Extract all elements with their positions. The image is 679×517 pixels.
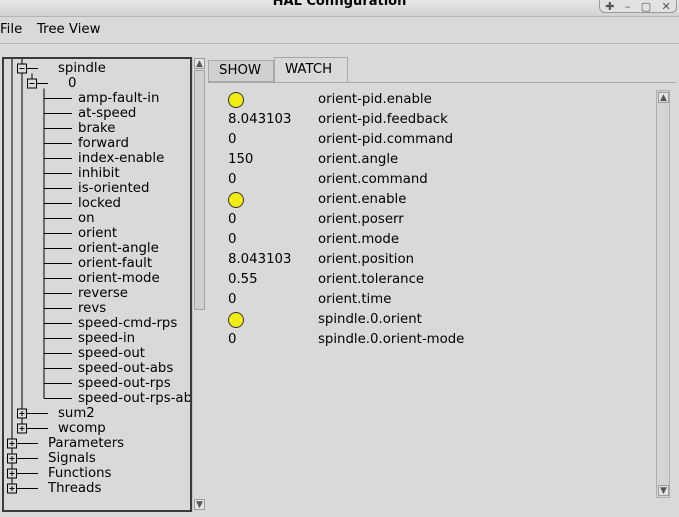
watch-value: 0.55 [228,272,258,287]
tree-node-spindle[interactable]: spindle [58,61,106,76]
functions-expand-icon[interactable] [7,468,17,479]
watch-value: 150 [228,152,254,167]
tree-panel: spindle 0 amp-fault-in at-speed brake forward… [2,57,192,512]
watch-value: 8.043103 [228,112,292,127]
threads-expand-icon[interactable] [7,483,17,494]
scroll-down-icon[interactable]: ▼ [194,499,205,510]
tree-pin-locked[interactable]: locked [78,196,121,211]
tree-pin-index-enable[interactable]: index-enable [78,151,164,166]
watch-item-name[interactable]: orient-pid.command [318,130,453,150]
watch-led-icon [228,192,244,208]
maximize-icon[interactable]: ▢ [641,0,651,13]
watch-value: 0 [228,212,237,227]
tree-pin-speed-out-rps[interactable]: speed-out-rps [78,376,171,391]
tree-pin-orient-fault[interactable]: orient-fault [78,256,152,271]
wcomp-expand-icon[interactable] [17,423,27,434]
watch-item-name[interactable]: orient.enable [318,190,406,210]
tree-pin-reverse[interactable]: reverse [78,286,128,301]
watch-item-name[interactable]: orient.poserr [318,210,404,230]
minimize-icon[interactable]: ✚ [605,0,614,13]
tree-node-spindle-0[interactable]: 0 [68,76,76,91]
watch-value: 0 [228,232,237,247]
tree-pin-brake[interactable]: brake [78,121,115,136]
tree-pin-orient-mode[interactable]: orient-mode [78,271,160,286]
watch-item-name[interactable]: orient.mode [318,230,399,250]
watch-item-name[interactable]: orient.command [318,170,428,190]
tree-node-sum2[interactable]: sum2 [58,406,95,421]
watch-item-name[interactable]: orient.tolerance [318,270,424,290]
tree-pin-orient-angle[interactable]: orient-angle [78,241,159,256]
close-icon[interactable]: ✕ [662,0,671,13]
watch-led-icon [228,312,244,328]
tab-show[interactable]: SHOW [208,60,274,82]
tree-pin-speed-cmd-rps[interactable]: speed-cmd-rps [78,316,177,331]
scroll-up-icon[interactable]: ▲ [194,58,205,69]
menu-bar: File Tree View [0,18,679,44]
watch-led-icon [228,92,244,108]
watch-value: 0 [228,332,237,347]
tree-pin-at-speed[interactable]: at-speed [78,106,136,121]
watch-value: 0 [228,292,237,307]
watch-item-name[interactable]: orient.time [318,290,391,310]
tree-node-parameters[interactable]: Parameters [48,436,124,451]
tree-scroll-thumb[interactable] [194,70,205,310]
tree-pin-is-oriented[interactable]: is-oriented [78,181,149,196]
tree-node-wcomp[interactable]: wcomp [58,421,106,436]
watch-value: 0 [228,172,237,187]
tree-node-functions[interactable]: Functions [48,466,112,481]
tree-pin-revs[interactable]: revs [78,301,106,316]
watch-value: 0 [228,132,237,147]
watch-scrollbar[interactable]: ▲ ▼ [656,90,670,498]
watch-item-name[interactable]: orient.angle [318,150,398,170]
sum2-expand-icon[interactable] [17,408,27,419]
parameters-expand-icon[interactable] [7,438,17,449]
restore-icon[interactable]: – [625,0,631,13]
tree-pin-speed-out[interactable]: speed-out [78,346,145,361]
tree-pin-inhibit[interactable]: inhibit [78,166,120,181]
spindle-0-collapse-icon[interactable] [27,78,37,89]
watch-scroll-down-icon[interactable]: ▼ [658,485,669,496]
tab-divider [208,82,676,83]
title-bar: HAL Configuration ✚ – ▢ ✕ [0,0,679,17]
menu-file[interactable]: File [0,22,22,37]
tree-pin-speed-out-abs[interactable]: speed-out-abs [78,361,173,376]
tree-pin-forward[interactable]: forward [78,136,129,151]
watch-item-name[interactable]: spindle.0.orient-mode [318,330,464,350]
watch-item-name[interactable]: orient-pid.enable [318,90,432,110]
watch-item-name[interactable]: orient-pid.feedback [318,110,448,130]
tree-pin-on[interactable]: on [78,211,95,226]
watch-item-name[interactable]: spindle.0.orient [318,310,422,330]
signals-expand-icon[interactable] [7,453,17,464]
tree-pin-speed-out-rps-abs[interactable]: speed-out-rps-abs [78,391,190,406]
window-controls: ✚ – ▢ ✕ [599,0,677,13]
tab-watch[interactable]: WATCH [274,57,348,83]
spindle-collapse-icon[interactable] [17,63,27,74]
watch-scroll-up-icon[interactable]: ▲ [658,92,669,103]
tree-scrollbar[interactable]: ▲ ▼ [192,57,206,512]
tree-pin-speed-in[interactable]: speed-in [78,331,135,346]
tree-pin-amp-fault-in[interactable]: amp-fault-in [78,91,159,106]
watch-value: 8.043103 [228,252,292,267]
window-title: HAL Configuration [272,0,407,9]
tree-pin-orient[interactable]: orient [78,226,117,241]
tree-node-signals[interactable]: Signals [48,451,96,466]
menu-tree-view[interactable]: Tree View [37,22,100,37]
watch-item-name[interactable]: orient.position [318,250,414,270]
tree-node-threads[interactable]: Threads [48,481,101,496]
